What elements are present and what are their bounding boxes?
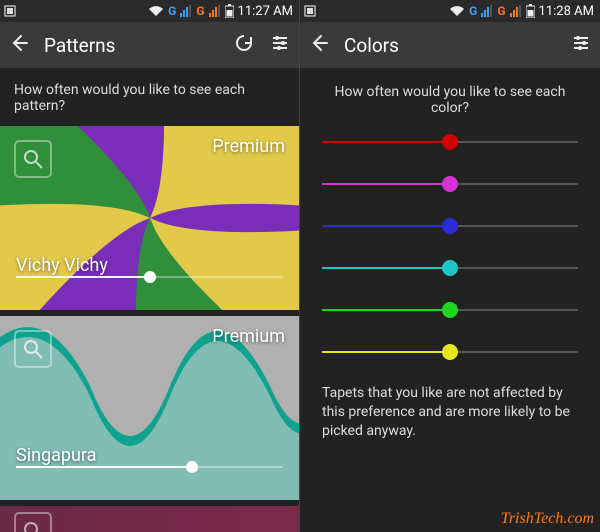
- wifi-icon: [449, 5, 465, 17]
- color-frequency-slider[interactable]: [322, 344, 578, 360]
- status-time: 11:27 AM: [238, 4, 293, 19]
- settings-sliders-icon[interactable]: [570, 33, 592, 57]
- magnify-icon: [23, 149, 43, 169]
- colors-footnote: Tapets that you like are not affected by…: [300, 360, 600, 441]
- pattern-frequency-slider[interactable]: [16, 276, 283, 292]
- preview-button[interactable]: [14, 512, 52, 532]
- action-bar: Patterns: [0, 22, 299, 68]
- magnify-icon: [23, 521, 43, 532]
- preview-button[interactable]: [14, 330, 52, 368]
- color-frequency-slider[interactable]: [322, 302, 578, 318]
- colors-question: How often would you like to see each col…: [300, 68, 600, 134]
- wifi-icon: [148, 5, 164, 17]
- phone-colors: G G 11:28 AM Colors How often would you …: [300, 0, 600, 532]
- sim2-label: G: [497, 4, 505, 18]
- pattern-list[interactable]: Premium Vichy Vichy: [0, 126, 299, 532]
- patterns-content: How often would you like to see each pat…: [0, 68, 299, 532]
- page-title: Patterns: [44, 34, 219, 57]
- color-frequency-slider[interactable]: [322, 218, 578, 234]
- colors-content: How often would you like to see each col…: [300, 68, 600, 532]
- phone-patterns: G G 11:27 AM Patterns How often would yo…: [0, 0, 300, 532]
- preview-button[interactable]: [14, 140, 52, 178]
- pattern-card[interactable]: Premium Vichy Vichy: [0, 126, 299, 310]
- patterns-question: How often would you like to see each pat…: [0, 68, 299, 126]
- battery-icon: [225, 4, 234, 18]
- back-icon[interactable]: [308, 33, 330, 57]
- pattern-frequency-slider[interactable]: [16, 466, 283, 482]
- action-bar: Colors: [300, 22, 600, 68]
- pattern-card[interactable]: Premium Singapura: [0, 316, 299, 500]
- status-time: 11:28 AM: [539, 4, 594, 19]
- premium-badge: Premium: [212, 326, 285, 347]
- color-frequency-slider[interactable]: [322, 260, 578, 276]
- color-frequency-slider[interactable]: [322, 176, 578, 192]
- settings-sliders-icon[interactable]: [269, 33, 291, 57]
- status-bar: G G 11:27 AM: [0, 0, 299, 22]
- signal2-icon: [209, 5, 221, 17]
- back-icon[interactable]: [8, 33, 30, 57]
- battery-icon: [526, 4, 535, 18]
- refresh-icon[interactable]: [233, 33, 255, 57]
- signal2-icon: [510, 5, 522, 17]
- magnify-icon: [23, 339, 43, 359]
- screenshot-icon: [4, 5, 16, 17]
- sim1-label: G: [168, 4, 176, 18]
- sim2-label: G: [196, 4, 204, 18]
- signal1-icon: [180, 5, 192, 17]
- screenshot-icon: [304, 5, 316, 17]
- page-title: Colors: [344, 34, 556, 57]
- sim1-label: G: [469, 4, 477, 18]
- premium-badge: Premium: [212, 136, 285, 157]
- pattern-name: Singapura: [16, 445, 96, 466]
- signal1-icon: [481, 5, 493, 17]
- color-frequency-slider[interactable]: [322, 134, 578, 150]
- watermark: TrishTech.com: [501, 510, 594, 528]
- color-slider-list: [300, 134, 600, 360]
- status-bar: G G 11:28 AM: [300, 0, 600, 22]
- pattern-card[interactable]: [0, 506, 299, 532]
- pattern-name: Vichy Vichy: [16, 255, 108, 276]
